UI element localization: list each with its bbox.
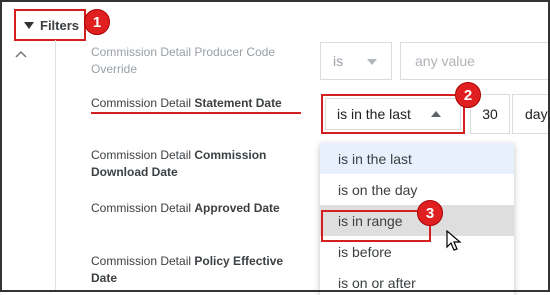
filter-label-approved-date: Commission Detail Approved Date — [91, 201, 280, 215]
gutter-divider — [55, 40, 56, 292]
mouse-pointer-icon — [446, 230, 462, 251]
value-input[interactable]: any value — [400, 42, 550, 80]
statement-date-operator-select[interactable]: is in the last — [321, 94, 465, 134]
statement-date-unit-select[interactable]: day — [512, 94, 550, 134]
annotation-underline — [91, 112, 301, 114]
chevron-up-icon[interactable] — [14, 48, 28, 62]
dropdown-arrow-icon — [367, 59, 377, 65]
step-badge-1: 1 — [84, 9, 110, 35]
filter-label-commission-download-date: Commission Detail Commission Download Da… — [91, 148, 267, 179]
dropdown-option-on-the-day[interactable]: is on the day — [320, 174, 514, 205]
chevron-up-icon — [431, 111, 441, 117]
filters-toggle[interactable]: Filters — [14, 9, 86, 41]
operator-select[interactable]: is — [320, 42, 392, 80]
step-badge-3: 3 — [417, 200, 443, 226]
step-badge-2: 2 — [455, 82, 481, 108]
annotation-box-in-range — [321, 210, 431, 242]
filter-label-policy-effective-date: Commission Detail Policy Effective Date — [91, 254, 284, 285]
dropdown-option-in-the-last[interactable]: is in the last — [320, 143, 514, 174]
filter-label-producer-code-override: Commission Detail Producer Code Override — [91, 45, 276, 76]
filter-label-statement-date: Commission Detail Statement Date — [91, 96, 282, 110]
filters-label: Filters — [40, 17, 80, 33]
dropdown-option-on-or-after[interactable]: is on or after — [320, 267, 514, 295]
caret-down-icon — [24, 21, 34, 29]
